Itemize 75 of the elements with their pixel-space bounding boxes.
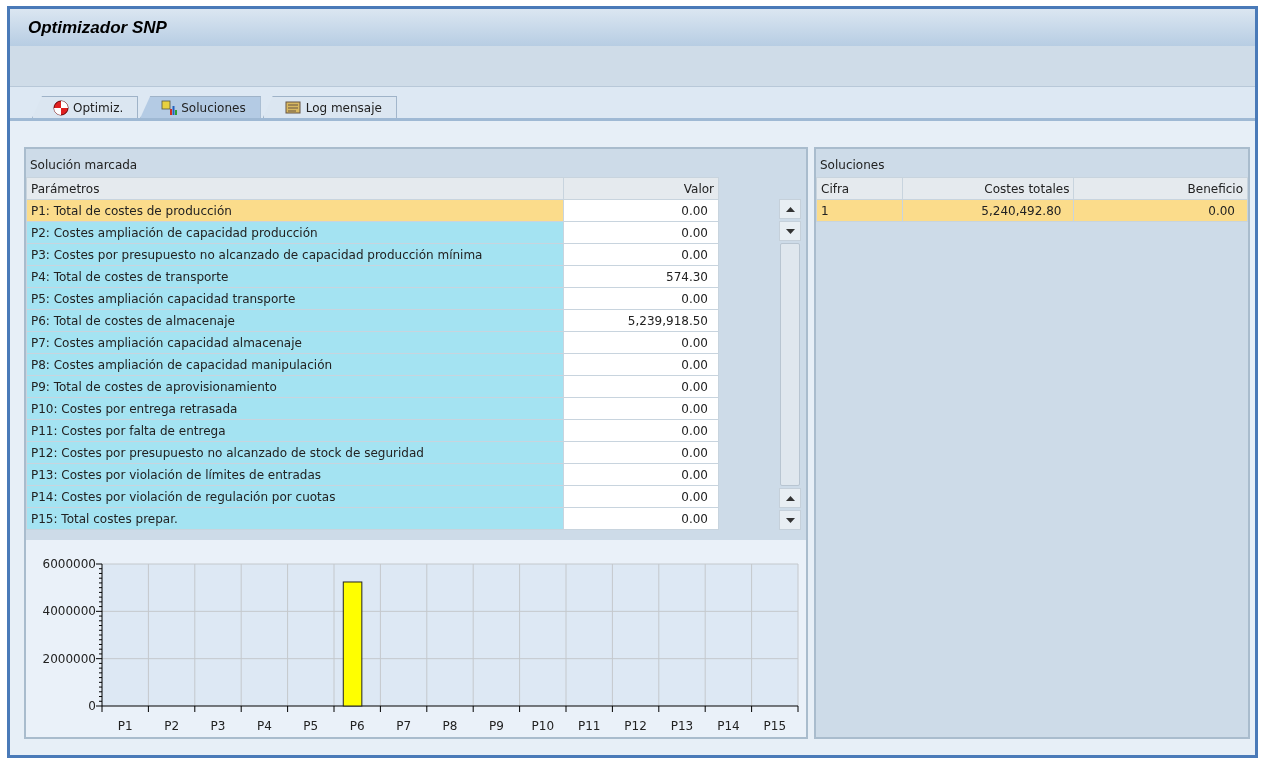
x-tick-label: P12 [624,719,647,733]
table-cell: 5,239,918.50 [563,309,719,332]
table-cell: 0.00 [563,199,719,222]
x-tick-label: P15 [763,719,787,733]
table-cell: 0.00 [563,331,719,354]
table-cell: P2: Costes ampliación de capacidad producción [26,221,564,244]
panel-title: Soluciones [819,157,886,174]
column-header: Cifra [816,177,903,200]
y-tick-label: 2000000 [42,651,96,666]
x-tick-label: P2 [164,719,180,733]
table-cell: 0.00 [563,441,719,464]
tab[interactable]: Log mensaje [262,96,397,118]
table-cell: 0.00 [563,375,719,398]
table-cell: P3: Costes por presupuesto no alcanzado de capacidad producción mínima [26,243,564,266]
x-tick-label: P4 [256,719,272,733]
table-cell: 0.00 [563,353,719,376]
table-cell: P4: Total de costes de transporte [26,265,564,288]
table-cell: 574.30 [563,265,719,288]
table-cell: 0.00 [563,221,719,244]
y-tick-label: 6000000 [42,557,96,571]
scroll-thumb[interactable] [780,243,800,486]
scroll-icon [283,99,302,116]
table-cell: P5: Costes ampliación capacidad transporte [26,287,564,310]
tab[interactable]: Soluciones [140,96,261,118]
table-cell: P15: Total costes prepar. [26,507,564,530]
column-header: Parámetros [26,177,564,200]
table-cell: P1: Total de costes de producción [26,199,564,222]
table-cell: 5,240,492.80 [902,199,1074,222]
x-tick-label: P5 [303,719,319,733]
x-tick-label: P8 [442,719,458,733]
x-tick-label: P7 [396,719,412,733]
table-cell: P10: Costes por entrega retrasada [26,397,564,420]
column-header: Valor [563,177,719,200]
tab[interactable]: Optimiz. [32,96,139,118]
up-arrow-icon [785,495,795,501]
chart-icon [161,99,178,116]
table-cell: P6: Total de costes de almacenaje [26,309,564,332]
x-tick-label: P13 [670,719,694,733]
table-cell: P12: Costes por presupuesto no alcanzado de stock de seguridad [26,441,564,464]
scroll-up-button[interactable] [779,488,801,508]
target-icon [53,99,69,116]
table-cell: P14: Costes por violación de regulación por cuotas [26,485,564,508]
table-cell: 0.00 [563,419,719,442]
y-tick-label: 0 [88,699,96,713]
table-cell: P13: Costes por violación de límites de entradas [26,463,564,486]
scroll-up-button[interactable] [779,199,801,219]
x-tick-label: P10 [531,719,555,733]
y-tick-label: 4000000 [42,604,96,619]
x-tick-label: P6 [349,719,365,733]
table-cell: 0.00 [563,463,719,486]
table-cell: 0.00 [1073,199,1248,222]
table-cell: 1 [816,199,903,222]
table-cell: 0.00 [563,397,719,420]
window-title: Optimizador SNP [28,16,167,39]
up-arrow-icon [785,206,795,212]
x-tick-label: P9 [488,719,504,733]
table-cell: P9: Total de costes de aprovisionamiento [26,375,564,398]
column-header: Beneficio [1073,177,1248,200]
down-arrow-icon [785,517,795,523]
x-tick-label: P3 [210,719,226,733]
scroll-down-button[interactable] [779,221,801,241]
x-tick-label: P11 [577,719,601,733]
scroll-down-button[interactable] [779,510,801,530]
panel-title: Solución marcada [29,157,139,174]
table-cell: 0.00 [563,507,719,530]
table-cell: 0.00 [563,287,719,310]
table-cell: P8: Costes ampliación de capacidad manipulación [26,353,564,376]
column-header: Costes totales [902,177,1074,200]
table-cell: P7: Costes ampliación capacidad almacenaje [26,331,564,354]
down-arrow-icon [785,228,795,234]
table-cell: 0.00 [563,243,719,266]
table-cell: P11: Costes por falta de entrega [26,419,564,442]
x-tick-label: P14 [717,719,740,733]
x-tick-label: P1 [117,719,133,733]
table-cell: 0.00 [563,485,719,508]
